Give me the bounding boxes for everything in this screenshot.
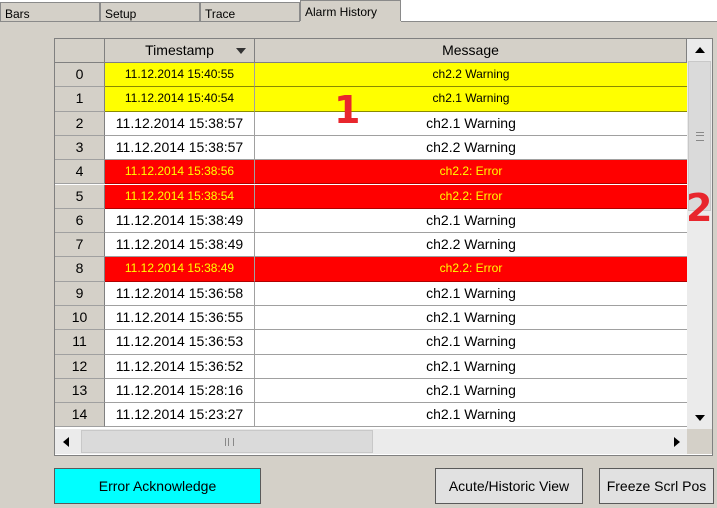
- tab-bar: Bars Setup Trace Alarm History: [0, 0, 717, 22]
- message-cell: ch2.2 Warning: [255, 136, 687, 161]
- tab-bars[interactable]: Bars: [0, 2, 100, 22]
- table-row[interactable]: 7 11.12.2014 15:38:49 ch2.2 Warning: [55, 233, 687, 258]
- message-cell: ch2.2 Warning: [255, 63, 687, 88]
- arrow-right-icon: [674, 437, 680, 447]
- table-row[interactable]: 11 11.12.2014 15:36:53 ch2.1 Warning: [55, 330, 687, 355]
- timestamp-cell: 11.12.2014 15:40:55: [105, 63, 255, 88]
- tab-alarm-history[interactable]: Alarm History: [300, 0, 401, 22]
- message-cell: ch2.2: Error: [255, 257, 687, 282]
- timestamp-cell: 11.12.2014 15:28:16: [105, 378, 255, 404]
- message-cell: ch2.1 Warning: [255, 87, 687, 112]
- row-index-cell: 4: [55, 160, 105, 185]
- table-row[interactable]: 10 11.12.2014 15:36:55 ch2.1 Warning: [55, 306, 687, 331]
- horizontal-scrollbar[interactable]: [55, 429, 687, 454]
- row-index-cell: 12: [55, 354, 105, 379]
- table-row[interactable]: 1 11.12.2014 15:40:54 ch2.1 Warning: [55, 87, 687, 112]
- vertical-scrollbar[interactable]: [687, 39, 712, 429]
- row-index-cell: 2: [55, 111, 105, 136]
- alarm-history-table: Timestamp Message 0 11.12.2014 15:40:55 ch…: [54, 38, 713, 456]
- timestamp-cell: 11.12.2014 15:38:57: [105, 135, 255, 161]
- message-cell: ch2.1 Warning: [255, 282, 687, 306]
- message-cell: ch2.1 Warning: [255, 403, 687, 428]
- annotation-marker-1: 1: [334, 88, 361, 132]
- row-index-cell: 0: [55, 63, 105, 88]
- grip-icon: [696, 132, 704, 141]
- chevron-down-icon[interactable]: [236, 48, 246, 54]
- timestamp-cell: 11.12.2014 15:38:49: [105, 257, 255, 282]
- table-row[interactable]: 0 11.12.2014 15:40:55 ch2.2 Warning: [55, 63, 687, 88]
- timestamp-cell: 11.12.2014 15:40:54: [105, 87, 255, 112]
- table-row[interactable]: 13 11.12.2014 15:28:16 ch2.1 Warning: [55, 378, 687, 404]
- scroll-down-button[interactable]: [687, 407, 712, 429]
- timestamp-cell: 11.12.2014 15:38:56: [105, 160, 255, 185]
- column-header-message[interactable]: Message: [255, 39, 687, 63]
- freeze-scroll-position-button[interactable]: Freeze Scrl Pos: [599, 468, 714, 504]
- row-index-cell: 9: [55, 281, 105, 306]
- tab-setup[interactable]: Setup: [100, 2, 200, 22]
- grip-icon: [225, 438, 234, 446]
- message-cell: ch2.2 Warning: [255, 233, 687, 258]
- timestamp-cell: 11.12.2014 15:38:57: [105, 111, 255, 136]
- column-header-timestamp[interactable]: Timestamp: [105, 39, 255, 63]
- row-index-cell: 14: [55, 403, 105, 428]
- message-cell: ch2.1 Warning: [255, 355, 687, 379]
- row-index-cell: 13: [55, 378, 105, 404]
- arrow-left-icon: [63, 437, 69, 447]
- message-cell: ch2.1 Warning: [255, 112, 687, 136]
- timestamp-cell: 11.12.2014 15:38:49: [105, 233, 255, 258]
- row-index-cell: 11: [55, 330, 105, 355]
- scroll-right-button[interactable]: [665, 429, 687, 454]
- timestamp-cell: 11.12.2014 15:38:54: [105, 184, 255, 209]
- scroll-left-button[interactable]: [55, 429, 77, 454]
- horizontal-scroll-thumb[interactable]: [81, 430, 373, 453]
- table-row[interactable]: 4 11.12.2014 15:38:56 ch2.2: Error: [55, 160, 687, 185]
- column-header-timestamp-label: Timestamp: [145, 42, 214, 58]
- timestamp-cell: 11.12.2014 15:36:52: [105, 354, 255, 379]
- table-row[interactable]: 3 11.12.2014 15:38:57 ch2.2 Warning: [55, 135, 687, 161]
- row-index-cell: 3: [55, 135, 105, 161]
- message-cell: ch2.1 Warning: [255, 330, 687, 355]
- acute-historic-view-button[interactable]: Acute/Historic View: [435, 468, 583, 504]
- timestamp-cell: 11.12.2014 15:36:58: [105, 281, 255, 306]
- table-row[interactable]: 2 11.12.2014 15:38:57 ch2.1 Warning: [55, 111, 687, 136]
- row-index-cell: 8: [55, 257, 105, 282]
- scroll-up-button[interactable]: [687, 39, 712, 61]
- message-cell: ch2.1 Warning: [255, 379, 687, 404]
- table-row[interactable]: 8 11.12.2014 15:38:49 ch2.2: Error: [55, 257, 687, 282]
- error-acknowledge-button[interactable]: Error Acknowledge: [54, 468, 261, 504]
- row-index-cell: 1: [55, 87, 105, 112]
- timestamp-cell: 11.12.2014 15:36:53: [105, 330, 255, 355]
- table-row[interactable]: 6 11.12.2014 15:38:49 ch2.1 Warning: [55, 208, 687, 234]
- annotation-marker-2: 2: [686, 186, 713, 230]
- table-row[interactable]: 14 11.12.2014 15:23:27 ch2.1 Warning: [55, 403, 687, 428]
- timestamp-cell: 11.12.2014 15:36:55: [105, 306, 255, 331]
- row-index-cell: 5: [55, 184, 105, 209]
- table-row[interactable]: 12 11.12.2014 15:36:52 ch2.1 Warning: [55, 354, 687, 379]
- row-index-cell: 7: [55, 233, 105, 258]
- arrow-down-icon: [695, 415, 705, 421]
- message-cell: ch2.2: Error: [255, 184, 687, 209]
- table-row[interactable]: 9 11.12.2014 15:36:58 ch2.1 Warning: [55, 281, 687, 306]
- row-index-cell: 6: [55, 208, 105, 234]
- table-row[interactable]: 5 11.12.2014 15:38:54 ch2.2: Error: [55, 184, 687, 209]
- tab-trace[interactable]: Trace: [200, 2, 300, 22]
- scrollbar-corner: [687, 429, 712, 454]
- row-index-cell: 10: [55, 306, 105, 331]
- column-header-index[interactable]: [55, 39, 105, 63]
- arrow-up-icon: [695, 47, 705, 53]
- message-cell: ch2.2: Error: [255, 160, 687, 185]
- message-cell: ch2.1 Warning: [255, 209, 687, 234]
- message-cell: ch2.1 Warning: [255, 306, 687, 331]
- timestamp-cell: 11.12.2014 15:38:49: [105, 208, 255, 234]
- timestamp-cell: 11.12.2014 15:23:27: [105, 403, 255, 428]
